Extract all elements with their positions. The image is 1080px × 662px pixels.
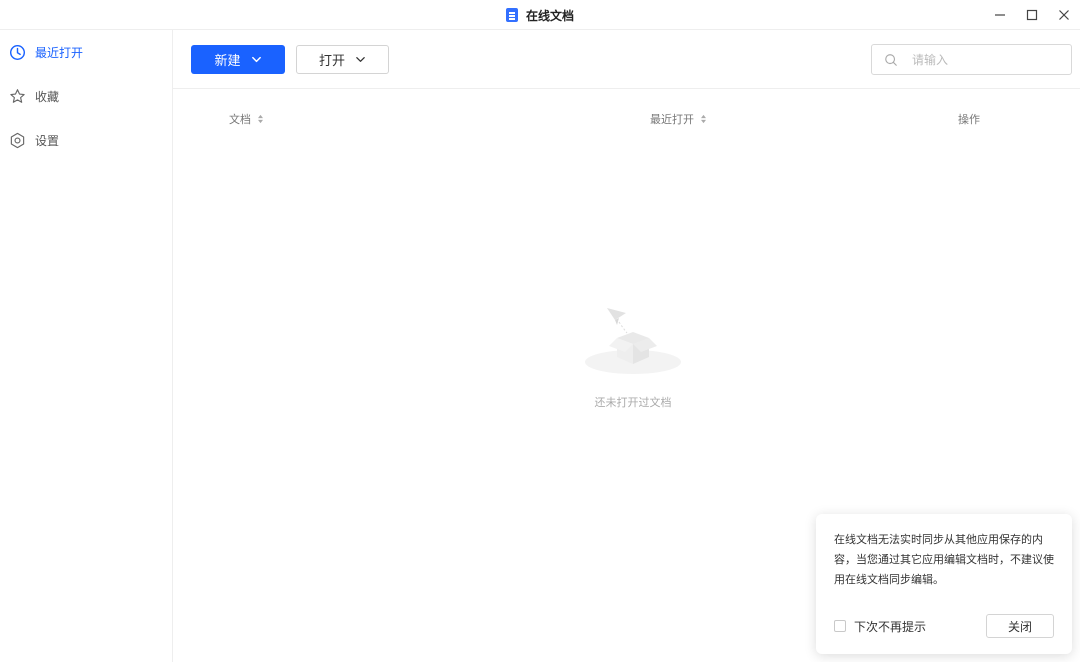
sync-notice-popup: 在线文档无法实时同步从其他应用保存的内容，当您通过其它应用编辑文档时，不建议使用…: [816, 514, 1072, 654]
maximize-icon: [1026, 9, 1038, 21]
notice-message: 在线文档无法实时同步从其他应用保存的内容，当您通过其它应用编辑文档时，不建议使用…: [834, 533, 1054, 586]
title-bar: 在线文档: [0, 0, 1080, 30]
star-icon: [10, 88, 25, 103]
sort-icon: [258, 114, 263, 124]
checkbox-label: 下次不再提示: [854, 619, 927, 634]
sidebar: 最近打开 收藏 设置: [0, 30, 173, 662]
sidebar-item-label: 最近打开: [35, 45, 84, 60]
chevron-down-icon: [251, 56, 261, 63]
sidebar-item-recent[interactable]: 最近打开: [0, 30, 172, 74]
column-label: 最近打开: [650, 113, 694, 126]
window-title-group: 在线文档: [0, 0, 1080, 30]
empty-state: 还未打开过文档: [573, 300, 693, 410]
maximize-button[interactable]: [1016, 0, 1048, 30]
dont-show-again-checkbox[interactable]: [834, 620, 846, 632]
gear-icon: [10, 132, 25, 148]
window-title: 在线文档: [525, 8, 574, 23]
search-icon: [885, 53, 897, 66]
empty-state-text: 还未打开过文档: [594, 396, 672, 409]
new-button[interactable]: 新建: [191, 45, 285, 74]
close-notice-button[interactable]: 关闭: [986, 614, 1054, 638]
chevron-down-icon: [356, 57, 365, 62]
close-button[interactable]: [1048, 0, 1080, 30]
column-header-actions: 操作: [958, 111, 980, 127]
close-icon: [1059, 10, 1069, 20]
search-box[interactable]: [871, 44, 1072, 75]
search-input[interactable]: [912, 52, 1062, 67]
dont-show-again-option[interactable]: 下次不再提示: [834, 618, 926, 635]
minimize-icon: [995, 14, 1005, 16]
column-label: 操作: [958, 113, 980, 126]
sidebar-item-favorites[interactable]: 收藏: [0, 74, 172, 118]
open-button[interactable]: 打开: [296, 45, 389, 74]
column-label: 文档: [229, 113, 251, 126]
notice-footer: 下次不再提示 关闭: [834, 614, 1054, 638]
clock-icon: [9, 44, 26, 60]
document-app-icon: [505, 8, 518, 22]
minimize-button[interactable]: [984, 0, 1016, 30]
sidebar-item-settings[interactable]: 设置: [0, 118, 172, 162]
open-button-label: 打开: [318, 54, 345, 69]
window-controls: [984, 0, 1080, 30]
table-header: 文档 最近打开 操作: [173, 89, 1080, 145]
column-header-recent[interactable]: 最近打开: [650, 111, 707, 127]
sidebar-item-label: 设置: [35, 133, 60, 148]
sidebar-item-label: 收藏: [35, 89, 60, 104]
sort-icon: [701, 114, 706, 124]
new-button-label: 新建: [214, 54, 241, 69]
empty-box-illustration-icon: [585, 308, 681, 374]
column-header-document[interactable]: 文档: [229, 111, 264, 127]
toolbar: 新建 打开: [173, 30, 1080, 89]
